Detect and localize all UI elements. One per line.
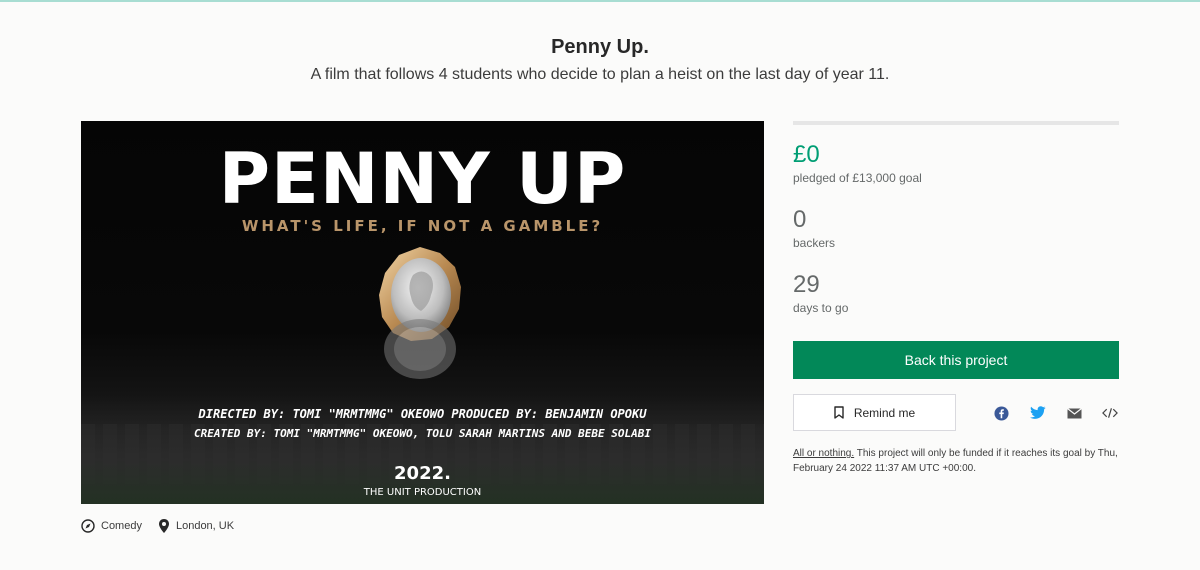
compass-icon — [81, 519, 95, 533]
location-pin-icon — [158, 519, 169, 533]
funding-note: All or nothing. This project will only b… — [793, 446, 1123, 476]
days-to-go-count: 29 — [793, 271, 820, 298]
poster-tagline: WHAT'S LIFE, IF NOT A GAMBLE? — [241, 217, 604, 235]
backers-count: 0 — [793, 206, 807, 233]
remind-me-button[interactable]: Remind me — [793, 394, 956, 431]
location-link[interactable]: London, UK — [158, 518, 234, 534]
pledged-goal-label: pledged of £13,000 goal — [793, 171, 922, 185]
poster-year: 2022. — [394, 463, 451, 484]
bookmark-icon — [834, 406, 844, 419]
poster-heading: PENNY UP — [218, 138, 627, 220]
category-link[interactable]: Comedy — [81, 519, 142, 533]
poster-company-logo: THE UNIT PRODUCTION — [363, 487, 482, 498]
all-or-nothing-link[interactable]: All or nothing. — [793, 448, 854, 459]
twitter-icon — [1030, 406, 1046, 419]
poster-credits-line-1: DIRECTED BY: TOMI "MRMTMMG" OKEOWO PRODU… — [198, 407, 647, 421]
funding-progress-bar — [793, 121, 1119, 125]
project-video-poster[interactable]: PENNY UP WHAT'S LIFE, IF NOT A GAMBLE? D… — [81, 121, 764, 504]
email-icon — [1066, 407, 1082, 418]
share-twitter-button[interactable] — [1030, 405, 1046, 421]
coin-reflection — [384, 319, 456, 379]
project-meta: Comedy London, UK — [81, 518, 250, 534]
share-email-button[interactable] — [1066, 405, 1082, 421]
poster-credits-line-2: CREATED BY: TOMI "MRMTMMG" OKEOWO, TOLU … — [194, 427, 651, 440]
embed-icon — [1102, 408, 1118, 418]
share-embed-button[interactable] — [1102, 405, 1118, 421]
remind-me-label: Remind me — [853, 405, 916, 420]
facebook-icon — [993, 405, 1009, 421]
share-facebook-button[interactable] — [993, 405, 1009, 421]
backers-label: backers — [793, 236, 836, 250]
top-accent-line — [0, 0, 1200, 2]
project-title: Penny Up. — [551, 36, 649, 58]
back-project-button[interactable]: Back this project — [793, 341, 1119, 379]
project-blurb: A film that follows 4 students who decid… — [310, 66, 890, 83]
poster-credits: DIRECTED BY: TOMI "MRMTMMG" OKEOWO PRODU… — [81, 405, 764, 443]
days-to-go-label: days to go — [793, 301, 849, 315]
location-label: London, UK — [175, 520, 235, 532]
pledged-amount: £0 — [793, 141, 820, 168]
category-label: Comedy — [101, 520, 142, 532]
